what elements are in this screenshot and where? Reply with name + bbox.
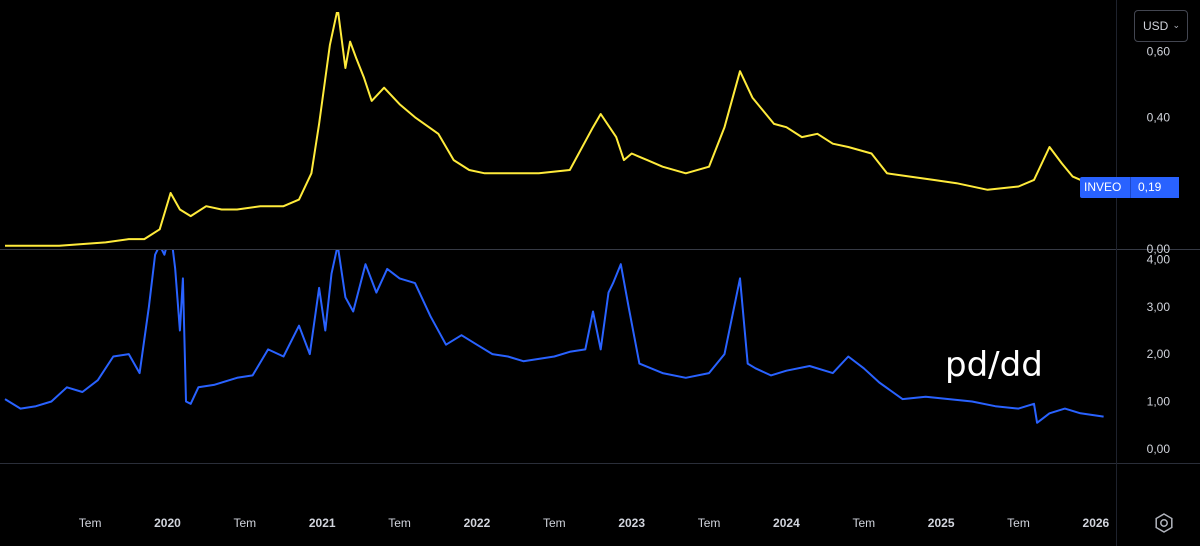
chevron-down-icon: ⌄ [1172,20,1180,30]
y-tick-label: 1,00 [1147,394,1171,408]
x-tick-label: Tem [234,516,257,530]
y-tick-label: 0,60 [1147,45,1171,59]
x-tick-label: Tem [1007,516,1030,530]
y-tick-label: 0,00 [1147,442,1171,456]
series-line-pd-dd [4,250,1104,424]
gear-icon[interactable] [1153,512,1175,534]
x-tick-label: 2020 [154,516,181,530]
x-tick-label: 2026 [1083,516,1110,530]
x-tick-label: 2025 [928,516,955,530]
price-tag-name: INVEO [1080,177,1130,198]
x-tick-label: Tem [852,516,875,530]
currency-label: USD [1143,19,1169,33]
x-tick-label: 2024 [773,516,800,530]
x-tick-label: 2023 [618,516,645,530]
x-tick-label: 2021 [309,516,336,530]
x-tick-label: Tem [698,516,721,530]
x-tick-label: Tem [79,516,102,530]
y-tick-label: 3,00 [1147,300,1171,314]
currency-selector-button[interactable]: USD ⌄ [1134,10,1188,42]
y-tick-label: 0,40 [1147,110,1171,124]
y-tick-label: 4,00 [1147,252,1171,266]
y-tick-label: 2,00 [1147,347,1171,361]
price-tag-value: 0,19 [1130,177,1179,198]
x-tick-label: Tem [543,516,566,530]
x-tick-label: Tem [388,516,411,530]
x-tick-label: 2022 [464,516,491,530]
price-tag: INVEO 0,19 [1080,177,1179,198]
chart-canvas: 0,000,200,400,600,001,002,003,004,00Tem2… [0,0,1200,546]
ratio-annotation: pd/dd [945,345,1043,385]
series-line-inveo [5,12,1104,247]
